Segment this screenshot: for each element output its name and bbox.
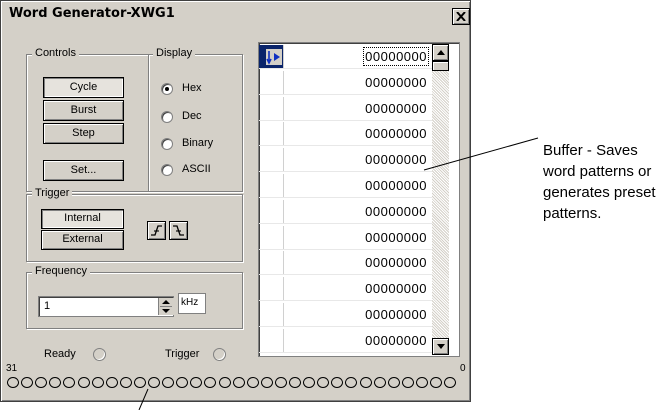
buffer-pointer-line — [423, 137, 539, 171]
terminal-pointer-line — [138, 388, 149, 410]
buffer-annotation: Buffer - Saves word patterns or generate… — [543, 142, 656, 222]
